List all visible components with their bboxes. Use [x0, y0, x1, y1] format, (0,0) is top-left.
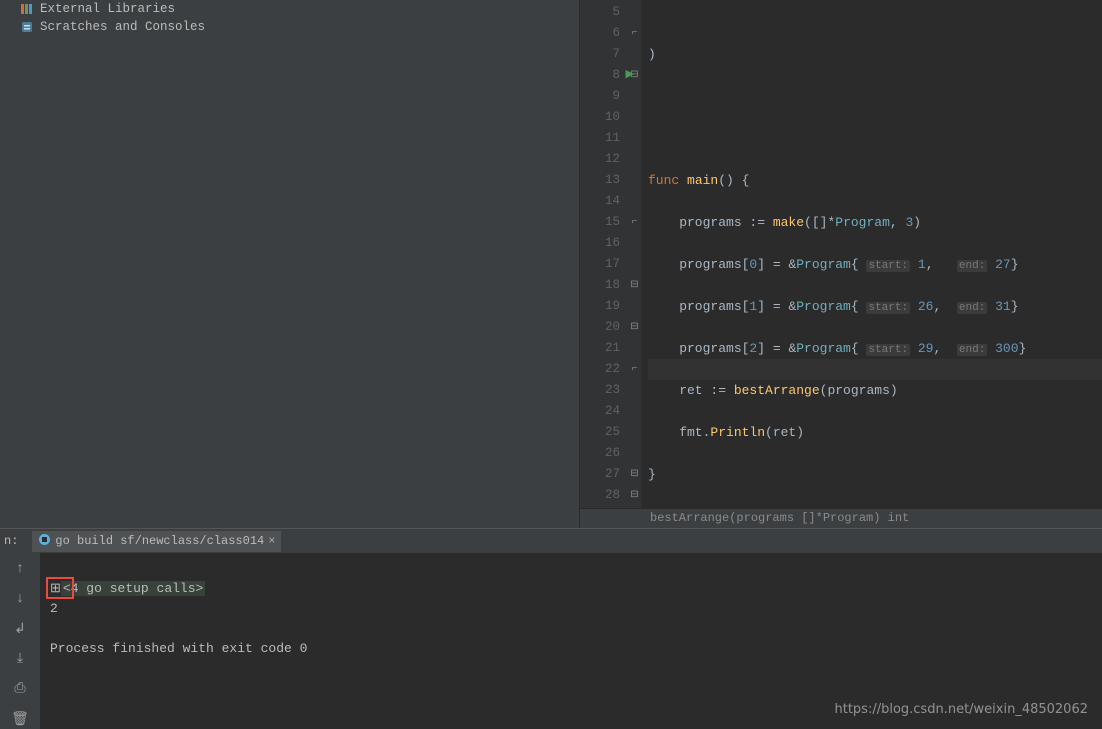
- soft-wrap-icon[interactable]: ↲: [8, 619, 32, 639]
- exit-message: Process finished with exit code 0: [50, 641, 307, 656]
- run-tool-window: n: go build sf/newclass/class014 × ↑ ↓ ↲…: [0, 528, 1102, 729]
- clear-all-icon[interactable]: 🗑: [8, 709, 32, 729]
- external-libraries-icon: [20, 2, 34, 16]
- run-tab-bar: n: go build sf/newclass/class014 ×: [0, 529, 1102, 553]
- down-stack-icon[interactable]: ↓: [8, 589, 32, 609]
- run-panel-label: n:: [4, 534, 18, 548]
- project-tree: External Libraries Scratches and Console…: [0, 0, 580, 528]
- tree-external-libraries[interactable]: External Libraries: [0, 0, 579, 18]
- watermark-text: https://blog.csdn.net/weixin_48502062: [834, 702, 1088, 717]
- scroll-to-end-icon[interactable]: ⤓: [8, 649, 32, 669]
- setup-calls-fold[interactable]: <4 go setup calls>: [61, 581, 205, 596]
- run-tab-label: go build sf/newclass/class014: [55, 534, 264, 548]
- fold-toggle-icon[interactable]: ⊞: [50, 581, 61, 596]
- print-icon[interactable]: ⎙: [8, 679, 32, 699]
- go-build-icon: [38, 533, 51, 550]
- program-output: 2: [50, 601, 58, 616]
- run-gutter-icon[interactable]: ▶: [626, 65, 634, 86]
- tree-item-label: External Libraries: [40, 2, 175, 16]
- scratches-icon: [20, 20, 34, 34]
- run-toolbar: ↑ ↓ ↲ ⤓ ⎙ 🗑: [0, 553, 40, 729]
- code-text-area[interactable]: ) func main() { programs := make([]*Prog…: [642, 0, 1102, 508]
- tree-item-label: Scratches and Consoles: [40, 20, 205, 34]
- line-number-gutter: 5 6 7 8▶ 9 10 11 12 13 14 15 16 17 18 19…: [580, 0, 628, 508]
- breadcrumb-text: bestArrange(programs []*Program) int: [650, 511, 909, 525]
- up-stack-icon[interactable]: ↑: [8, 559, 32, 579]
- breadcrumb: bestArrange(programs []*Program) int: [580, 508, 1102, 528]
- run-configuration-tab[interactable]: go build sf/newclass/class014 ×: [32, 531, 281, 552]
- code-editor: 5 6 7 8▶ 9 10 11 12 13 14 15 16 17 18 19…: [580, 0, 1102, 528]
- close-icon[interactable]: ×: [268, 534, 275, 548]
- tree-scratches[interactable]: Scratches and Consoles: [0, 18, 579, 36]
